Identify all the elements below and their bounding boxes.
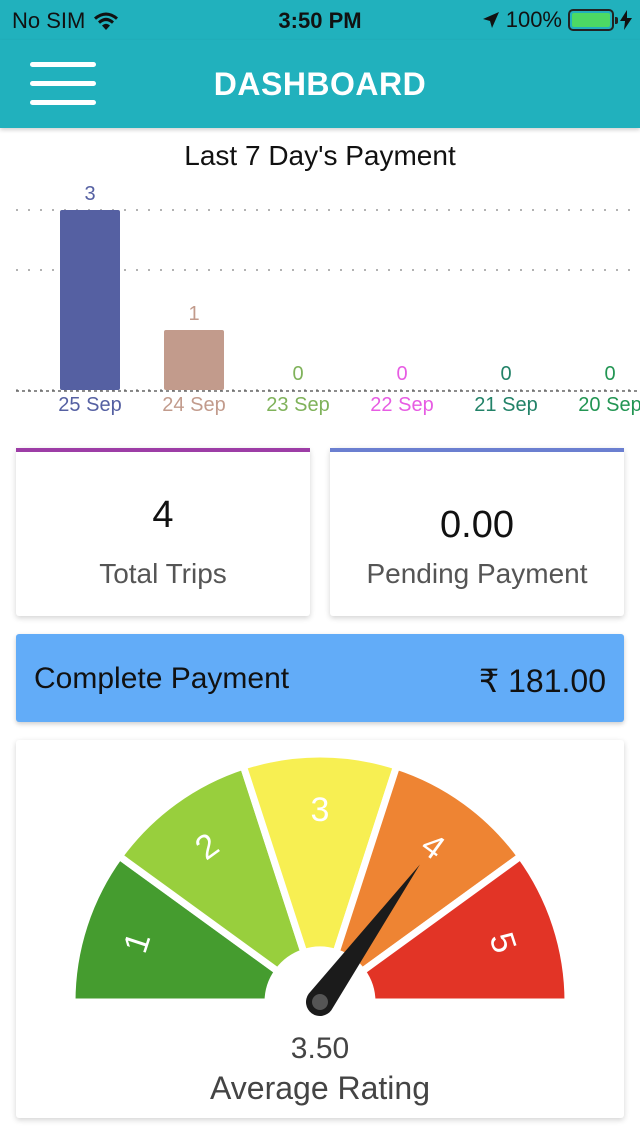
chart-data-label: 1: [188, 303, 199, 325]
chart-tick-label: 21 Sep: [474, 394, 537, 416]
pending-payment-card[interactable]: 0.00 Pending Payment: [330, 448, 624, 616]
location-arrow-icon: [482, 12, 499, 28]
gauge-needle-pivot: [312, 994, 328, 1010]
chart-data-label: 3: [84, 183, 95, 205]
battery-icon: [568, 9, 618, 31]
page-title: DASHBOARD: [213, 66, 427, 102]
battery-percent: 100%: [505, 7, 562, 32]
chart-bar[interactable]: [164, 330, 224, 390]
average-rating-label: Average Rating: [210, 1070, 430, 1106]
chart-data-label: 0: [292, 363, 303, 385]
charging-bolt-icon: [620, 10, 632, 30]
payment-bar-chart: 3 25 Sep 1 24 Sep 0 23 Sep 0 22 Sep 0 21 Sep 0 20 S…: [16, 183, 640, 416]
chart-tick-label: 23 Sep: [266, 394, 329, 416]
complete-payment-amount: ₹ 181.00: [478, 663, 606, 699]
complete-payment-label: Complete Payment: [34, 662, 290, 695]
pending-payment-accent: [330, 448, 624, 452]
complete-payment-bar[interactable]: Complete Payment ₹ 181.00: [16, 634, 624, 722]
gauge-segment-label: 3: [311, 791, 330, 829]
total-trips-card[interactable]: 4 Total Trips: [16, 448, 310, 616]
pending-payment-value: 0.00: [440, 504, 514, 546]
status-right: 100%: [482, 7, 632, 33]
chart-tick-label: 22 Sep: [370, 394, 433, 416]
chart-tick-label: 20 Sep: [578, 394, 640, 416]
chart-data-label: 0: [396, 363, 407, 385]
rating-gauge-card: 12345 3.50 Average Rating: [16, 740, 624, 1118]
total-trips-label: Total Trips: [99, 558, 227, 589]
chart-bar[interactable]: [60, 210, 120, 390]
pending-payment-label: Pending Payment: [366, 558, 588, 589]
average-rating-value: 3.50: [290, 1032, 350, 1065]
chart-data-label: 0: [604, 363, 615, 385]
chart-tick-label: 24 Sep: [162, 394, 225, 416]
rating-gauge: 12345: [68, 750, 572, 1050]
total-trips-accent: [16, 448, 310, 452]
status-bar: No SIM 3:50 PM 100%: [0, 0, 640, 40]
chart-title: Last 7 Day's Payment: [184, 140, 456, 171]
chart-data-label: 0: [500, 363, 511, 385]
chart-tick-label: 25 Sep: [58, 394, 121, 416]
app-header: DASHBOARD: [0, 40, 640, 128]
total-trips-value: 4: [152, 494, 174, 536]
